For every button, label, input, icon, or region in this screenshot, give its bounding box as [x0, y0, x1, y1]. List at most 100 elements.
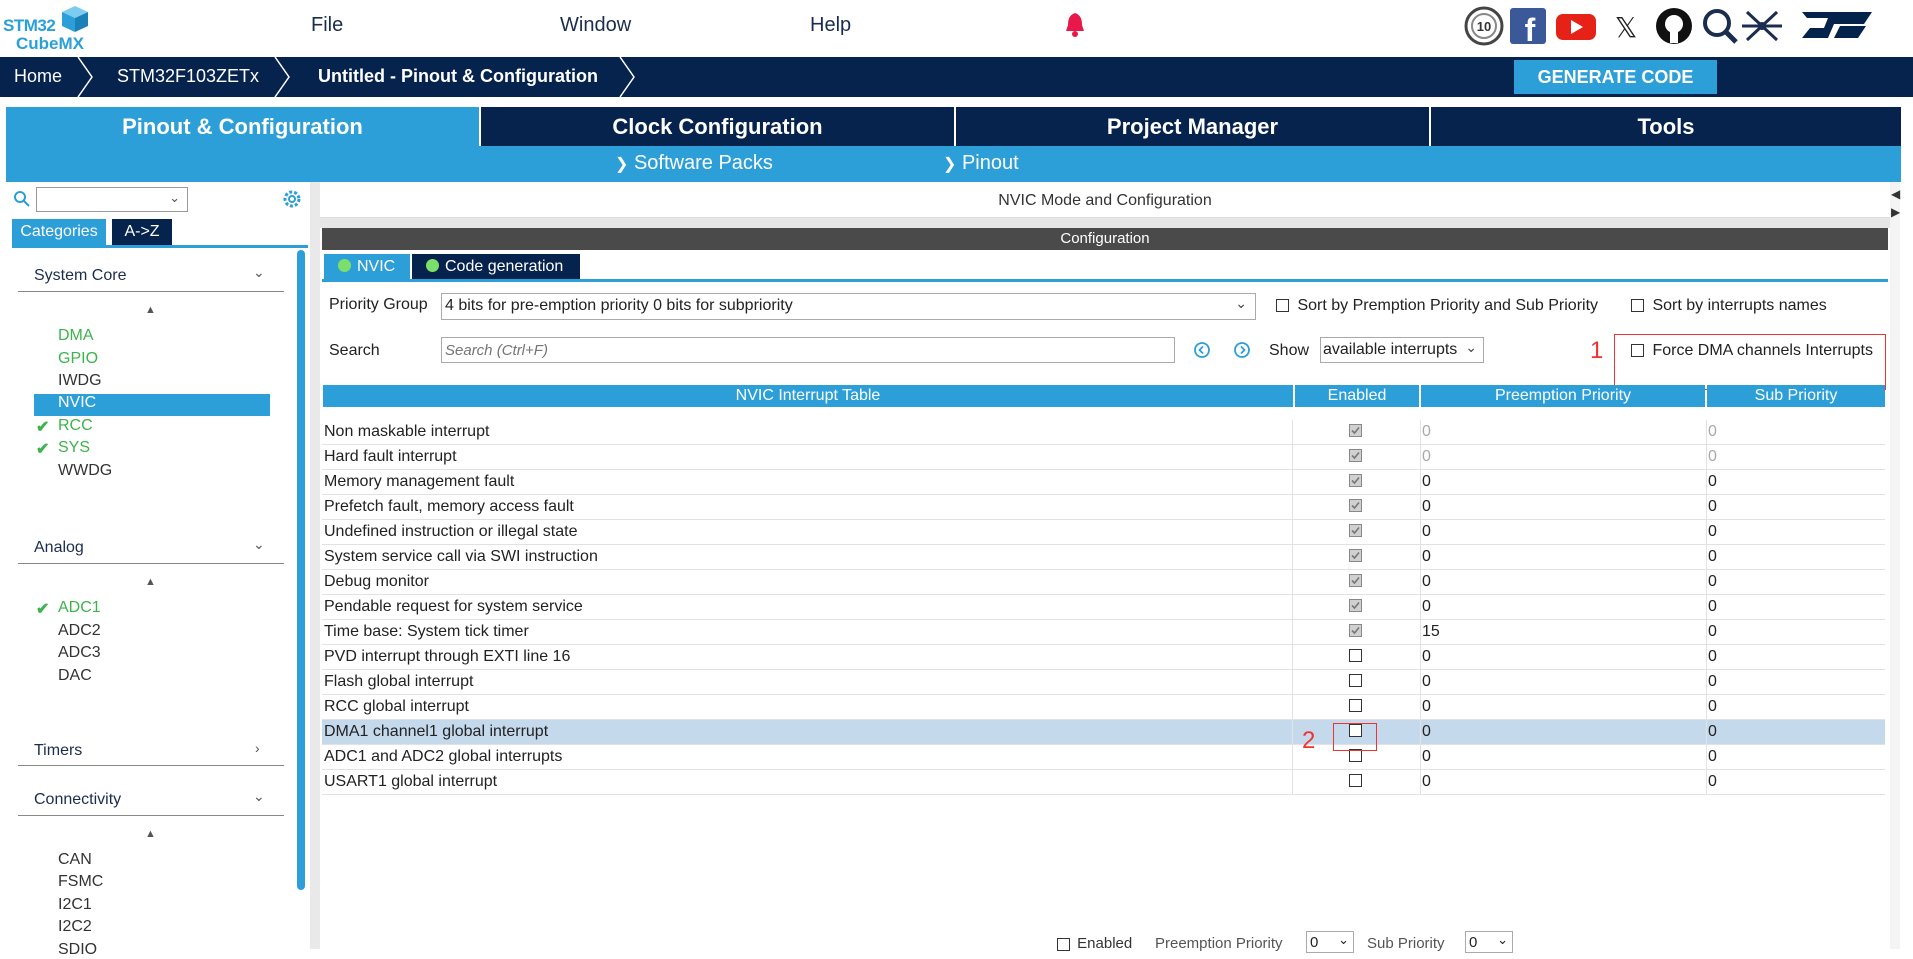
sub-priority-value[interactable]: 0 [1708, 673, 1717, 691]
tab-pinout-configuration[interactable]: Pinout & Configuration [6, 107, 479, 146]
sub-priority-value[interactable]: 0 [1708, 473, 1717, 491]
category-analog[interactable]: Analog [34, 539, 84, 557]
table-row[interactable]: Prefetch fault, memory access fault 0 0 [322, 495, 1885, 520]
breadcrumb-mcu[interactable]: STM32F103ZETx [117, 66, 259, 87]
table-row[interactable]: Memory management fault 0 0 [322, 470, 1885, 495]
sub-priority-value[interactable]: 0 [1708, 573, 1717, 591]
search-next-icon[interactable] [1233, 341, 1251, 359]
menu-file[interactable]: File [311, 14, 343, 37]
tab-clock-configuration[interactable]: Clock Configuration [481, 107, 954, 146]
table-row[interactable]: RCC global interrupt 0 0 [322, 695, 1885, 720]
category-timers[interactable]: Timers [34, 742, 82, 760]
category-search-input[interactable]: ⌄ [36, 187, 188, 212]
sub-priority-value[interactable]: 0 [1708, 423, 1717, 441]
item-rcc[interactable]: RCC [58, 417, 93, 435]
enabled-checkbox[interactable] [1349, 674, 1362, 687]
preemption-priority-value[interactable]: 0 [1422, 748, 1431, 766]
category-connectivity[interactable]: Connectivity [34, 791, 121, 809]
sub-priority-value[interactable]: 0 [1708, 698, 1717, 716]
sort-premption-option[interactable]: Sort by Premption Priority and Sub Prior… [1276, 297, 1598, 315]
enabled-checkbox[interactable] [1349, 699, 1362, 712]
preemption-priority-value[interactable]: 0 [1422, 423, 1431, 441]
item-wwdg[interactable]: WWDG [58, 462, 112, 480]
generate-code-button[interactable]: GENERATE CODE [1514, 60, 1717, 94]
tab-project-manager[interactable]: Project Manager [956, 107, 1429, 146]
sub-priority-value[interactable]: 0 [1708, 598, 1717, 616]
sub-priority-value[interactable]: 0 [1708, 748, 1717, 766]
preemption-priority-value[interactable]: 0 [1422, 473, 1431, 491]
force-dma-checkbox[interactable] [1631, 344, 1644, 358]
enabled-checkbox[interactable] [1349, 549, 1362, 562]
table-row[interactable]: Non maskable interrupt 0 0 [322, 420, 1885, 445]
col-header-sub-priority[interactable]: Sub Priority [1707, 385, 1885, 407]
force-dma-option[interactable]: Force DMA channels Interrupts [1631, 342, 1873, 360]
item-nvic[interactable]: NVIC [34, 394, 270, 416]
enabled-checkbox[interactable] [1349, 524, 1362, 537]
enabled-checkbox[interactable] [1349, 574, 1362, 587]
sub-priority-value[interactable]: 0 [1708, 523, 1717, 541]
search-input[interactable] [441, 337, 1175, 363]
bottom-sp-select[interactable]: 0 ⌄ [1465, 931, 1513, 953]
item-adc2[interactable]: ADC2 [58, 622, 101, 640]
gear-icon[interactable] [281, 188, 303, 210]
item-adc1[interactable]: ADC1 [58, 599, 101, 617]
item-dac[interactable]: DAC [58, 667, 92, 685]
preemption-priority-value[interactable]: 0 [1422, 673, 1431, 691]
tab-a-z[interactable]: A->Z [112, 219, 172, 245]
chevron-right-icon[interactable]: › [255, 740, 260, 756]
breadcrumb-home[interactable]: Home [14, 66, 62, 87]
menu-window[interactable]: Window [560, 14, 631, 37]
preemption-priority-value[interactable]: 0 [1422, 498, 1431, 516]
preemption-priority-value[interactable]: 0 [1422, 723, 1431, 741]
sort-names-option[interactable]: Sort by interrupts names [1631, 297, 1827, 315]
youtube-icon[interactable] [1556, 14, 1596, 40]
network-icon[interactable] [1742, 10, 1782, 42]
table-row[interactable]: Flash global interrupt 0 0 [322, 670, 1885, 695]
preemption-priority-value[interactable]: 0 [1422, 548, 1431, 566]
sub-priority-value[interactable]: 0 [1708, 773, 1717, 791]
enabled-checkbox[interactable] [1349, 649, 1362, 662]
x-twitter-icon[interactable]: 𝕏 [1615, 11, 1638, 44]
sub-priority-value[interactable]: 0 [1708, 648, 1717, 666]
subtab-pinout[interactable]: ❯ Pinout [943, 152, 1019, 175]
st-logo-icon[interactable] [1802, 12, 1872, 38]
enabled-checkbox[interactable] [1349, 474, 1362, 487]
col-header-preemption[interactable]: Preemption Priority [1421, 385, 1705, 407]
community-search-icon[interactable] [1703, 9, 1738, 44]
tab-code-generation[interactable]: Code generation [412, 254, 580, 279]
item-fsmc[interactable]: FSMC [58, 873, 103, 891]
bottom-enabled-option[interactable]: Enabled [1057, 935, 1132, 952]
left-scrollbar[interactable] [297, 250, 305, 890]
expand-arrow-icon[interactable]: ▶ [1891, 205, 1900, 219]
sort-premption-checkbox[interactable] [1276, 299, 1289, 313]
preemption-priority-value[interactable]: 0 [1422, 598, 1431, 616]
tab-tools[interactable]: Tools [1431, 107, 1901, 146]
anniversary-10-icon[interactable]: 10 [1464, 6, 1504, 46]
subtab-software-packs[interactable]: ❯ Software Packs [615, 152, 773, 175]
preemption-priority-value[interactable]: 0 [1422, 448, 1431, 466]
table-row[interactable]: PVD interrupt through EXTI line 16 0 0 [322, 645, 1885, 670]
github-icon[interactable] [1656, 8, 1692, 44]
item-i2c1[interactable]: I2C1 [58, 896, 92, 914]
chevron-down-icon[interactable]: ⌄ [253, 264, 265, 281]
tab-categories[interactable]: Categories [12, 219, 106, 245]
sub-priority-value[interactable]: 0 [1708, 498, 1717, 516]
enabled-checkbox[interactable] [1349, 449, 1362, 462]
sort-icon[interactable]: ▲︎ [145, 828, 156, 840]
enabled-checkbox[interactable] [1349, 599, 1362, 612]
enabled-checkbox[interactable] [1349, 424, 1362, 437]
table-row[interactable]: ADC1 and ADC2 global interrupts 0 0 [322, 745, 1885, 770]
preemption-priority-value[interactable]: 15 [1422, 623, 1440, 641]
enabled-checkbox[interactable] [1349, 499, 1362, 512]
item-dma[interactable]: DMA [58, 327, 94, 345]
collapse-arrow-icon[interactable]: ◀ [1891, 187, 1900, 201]
menu-help[interactable]: Help [810, 14, 851, 37]
item-sys[interactable]: SYS [58, 439, 90, 457]
item-iwdg[interactable]: IWDG [58, 372, 102, 390]
sort-icon[interactable]: ▲︎ [145, 304, 156, 316]
facebook-icon[interactable]: f [1510, 8, 1546, 46]
sub-priority-value[interactable]: 0 [1708, 448, 1717, 466]
preemption-priority-value[interactable]: 0 [1422, 523, 1431, 541]
col-header-enabled[interactable]: Enabled [1295, 385, 1419, 407]
sub-priority-value[interactable]: 0 [1708, 723, 1717, 741]
